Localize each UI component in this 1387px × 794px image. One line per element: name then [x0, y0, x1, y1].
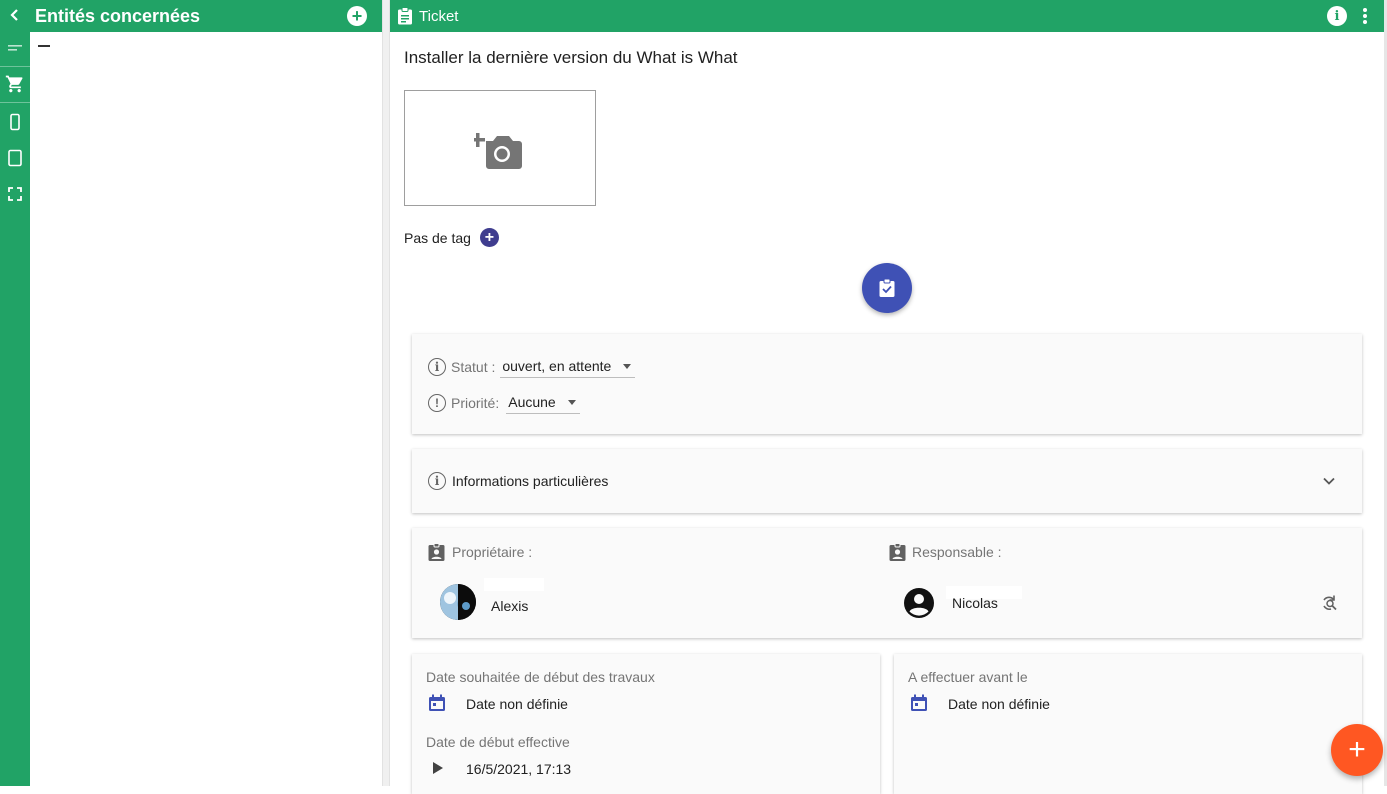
wished-start-value[interactable]: Date non définie — [466, 696, 568, 712]
dropdown-arrow-icon — [567, 399, 576, 405]
expand-more-icon[interactable] — [1322, 473, 1336, 491]
add-tag-button[interactable]: + — [479, 228, 499, 247]
add-fab-button[interactable]: + — [1331, 724, 1383, 776]
priority-label: Priorité: — [451, 395, 500, 411]
play-icon — [432, 761, 444, 780]
assignment-ind-icon — [889, 543, 906, 561]
tags-row: Pas de tag + — [404, 228, 499, 247]
ticket-body: Installer la dernière version du What is… — [390, 32, 1384, 794]
due-date-card: A effectuer avant le Date non définie — [894, 654, 1362, 794]
dropdown-arrow-icon — [623, 363, 632, 369]
owner-avatar[interactable] — [440, 584, 476, 620]
change-responsible-icon[interactable] — [1320, 594, 1338, 617]
ticket-panel-header: Ticket i — [390, 0, 1384, 32]
status-select[interactable]: ouvert, en attente — [500, 356, 636, 378]
owner-header: Propriétaire : — [428, 543, 532, 561]
fullscreen-icon[interactable] — [0, 179, 30, 209]
info-panel-header: i Informations particulières — [428, 472, 608, 490]
ticket-title[interactable]: Installer la dernière version du What is… — [404, 48, 738, 68]
status-row: i Statut : ouvert, en attente — [428, 356, 636, 378]
sort-lines-icon[interactable] — [0, 33, 30, 63]
tablet-icon[interactable] — [0, 143, 30, 173]
cart-icon[interactable] — [0, 69, 30, 99]
effective-start-value: 16/5/2021, 17:13 — [466, 761, 572, 777]
rail-separator — [0, 66, 30, 67]
effective-start-label: Date de début effective — [426, 734, 570, 750]
status-card: i Statut : ouvert, en attente ! Priorité… — [412, 334, 1362, 434]
priority-alert-icon: ! — [428, 394, 446, 412]
responsible-name: Nicolas — [952, 595, 998, 611]
assignment-ind-icon — [428, 543, 445, 561]
left-panel-title: Entités concernées — [35, 5, 201, 26]
wished-start-label: Date souhaitée de début des travaux — [426, 669, 655, 685]
chevron-left-icon[interactable] — [0, 0, 30, 30]
panel-divider[interactable] — [382, 0, 390, 786]
info-panel-label: Informations particulières — [452, 473, 609, 489]
add-photo-icon — [474, 133, 522, 169]
plus-icon: + — [1348, 733, 1366, 766]
task-clipboard-button[interactable] — [862, 263, 912, 313]
empty-list-dash — [38, 45, 50, 47]
responsible-header: Responsable : — [889, 543, 1002, 561]
priority-value: Aucune — [508, 394, 556, 410]
responsible-label: Responsable : — [912, 544, 1002, 560]
priority-select[interactable]: Aucune — [506, 392, 580, 414]
calendar-icon[interactable] — [910, 694, 928, 717]
left-icon-rail — [0, 0, 30, 786]
left-panel-header: Entités concernées + — [30, 0, 382, 32]
status-label: Statut : — [451, 359, 496, 375]
status-value: ouvert, en attente — [502, 358, 612, 374]
owner-name-redacted — [484, 578, 544, 591]
rail-separator — [0, 102, 30, 103]
clipboard-icon — [397, 7, 413, 25]
info-outline-icon: i — [428, 358, 446, 376]
owner-name: Alexis — [491, 598, 529, 614]
more-vert-icon[interactable] — [1363, 8, 1367, 24]
add-photo-button[interactable] — [404, 90, 596, 206]
no-tag-label: Pas de tag — [404, 229, 471, 246]
people-card: Propriétaire : Alexis Responsable : Nico… — [412, 528, 1362, 638]
account-circle-icon[interactable] — [904, 588, 934, 623]
phone-icon[interactable] — [0, 107, 30, 137]
due-label: A effectuer avant le — [908, 669, 1028, 685]
info-expansion-panel[interactable]: i Informations particulières — [412, 449, 1362, 513]
add-entity-button[interactable]: + — [347, 6, 367, 26]
calendar-icon[interactable] — [428, 694, 446, 717]
due-value[interactable]: Date non définie — [948, 696, 1050, 712]
ticket-panel-title: Ticket — [419, 7, 459, 25]
info-outline-icon: i — [428, 472, 446, 490]
owner-label: Propriétaire : — [452, 544, 533, 560]
assignment-check-icon — [879, 278, 895, 297]
info-icon[interactable]: i — [1327, 6, 1347, 26]
priority-row: ! Priorité: Aucune — [428, 392, 580, 414]
start-dates-card: Date souhaitée de début des travaux Date… — [412, 654, 880, 794]
